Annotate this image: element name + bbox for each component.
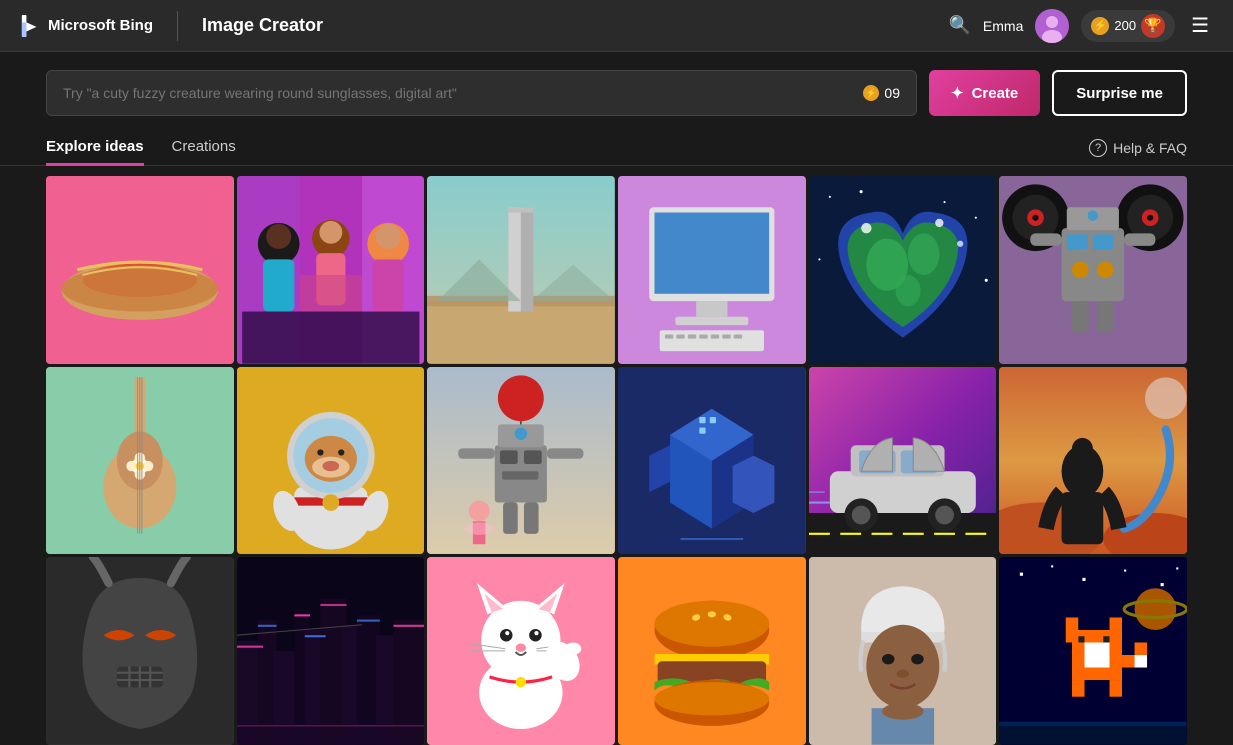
delorean-image [809, 367, 997, 555]
image-cell-hotdog[interactable] [46, 176, 234, 364]
app-title: Image Creator [202, 15, 323, 36]
coins-badge[interactable]: ⚡ 200 🏆 [1081, 10, 1175, 42]
boost-coin-icon: ⚡ [863, 85, 879, 101]
reward-icon: 🏆 [1141, 14, 1165, 38]
search-bar[interactable]: ⚡ 09 [46, 70, 917, 116]
bing-logo-icon [20, 15, 42, 37]
robot-balloon-image [427, 367, 615, 555]
guitar-image [46, 367, 234, 555]
search-input[interactable] [63, 85, 863, 101]
header: Microsoft Bing Image Creator 🔍 Emma ⚡ 20… [0, 0, 1233, 52]
pixel-fox-image [999, 557, 1187, 745]
neon-city-image [237, 557, 425, 745]
tabs-section: Explore ideas Creations ? Help & FAQ [0, 130, 1233, 166]
coins-in-bar: ⚡ 09 [863, 85, 900, 101]
coins-count: 200 [1114, 18, 1136, 33]
help-link[interactable]: ? Help & FAQ [1089, 139, 1187, 157]
help-circle-icon: ? [1089, 139, 1107, 157]
girls-image [237, 176, 425, 364]
shiba-image [237, 367, 425, 555]
engineer-image [809, 557, 997, 745]
image-cell-robot-music[interactable] [999, 176, 1187, 364]
image-cell-lucky-cat[interactable] [427, 557, 615, 745]
image-cell-delorean[interactable] [809, 367, 997, 555]
image-cell-robot-balloon[interactable] [427, 367, 615, 555]
earth-image [809, 176, 997, 364]
boost-count: 09 [884, 85, 900, 101]
lucky-cat-image [427, 557, 615, 745]
computer-image [618, 176, 806, 364]
burger-image [618, 557, 806, 745]
image-cell-neon-city[interactable] [237, 557, 425, 745]
monolith-image [427, 176, 615, 364]
city-iso-image [618, 367, 806, 555]
image-cell-mask[interactable] [46, 557, 234, 745]
image-cell-earth[interactable] [809, 176, 997, 364]
create-label: Create [972, 85, 1019, 102]
image-cell-city-iso[interactable] [618, 367, 806, 555]
tab-creations-label: Creations [172, 138, 236, 155]
tab-explore-label: Explore ideas [46, 138, 144, 155]
help-label: Help & FAQ [1113, 140, 1187, 156]
image-cell-pixel-fox[interactable] [999, 557, 1187, 745]
image-cell-desert-figure[interactable] [999, 367, 1187, 555]
desert-figure-image [999, 367, 1187, 555]
search-section: ⚡ 09 ✦ Create Surprise me [0, 52, 1233, 130]
bing-label: Microsoft Bing [48, 17, 153, 34]
avatar-image [1035, 9, 1069, 43]
header-left: Microsoft Bing Image Creator [20, 11, 323, 41]
robot-music-image [999, 176, 1187, 364]
image-cell-shiba[interactable] [237, 367, 425, 555]
menu-icon[interactable]: ☰ [1187, 9, 1213, 42]
create-button[interactable]: ✦ Create [929, 70, 1040, 116]
image-cell-guitar[interactable] [46, 367, 234, 555]
header-divider [177, 11, 178, 41]
create-icon: ✦ [951, 84, 964, 102]
bing-logo[interactable]: Microsoft Bing [20, 15, 153, 37]
search-icon[interactable]: 🔍 [948, 15, 970, 36]
mask-image [46, 557, 234, 745]
surprise-label: Surprise me [1076, 85, 1163, 102]
image-cell-engineer[interactable] [809, 557, 997, 745]
image-cell-girls[interactable] [237, 176, 425, 364]
avatar[interactable] [1035, 9, 1069, 43]
coin-icon: ⚡ [1091, 17, 1109, 35]
surprise-button[interactable]: Surprise me [1052, 70, 1187, 116]
image-cell-monolith[interactable] [427, 176, 615, 364]
header-right: 🔍 Emma ⚡ 200 🏆 ☰ [948, 9, 1213, 43]
image-cell-computer[interactable] [618, 176, 806, 364]
user-name: Emma [983, 18, 1023, 34]
tab-explore[interactable]: Explore ideas [46, 130, 144, 166]
image-grid [0, 166, 1233, 745]
tab-creations[interactable]: Creations [172, 130, 236, 166]
hotdog-image [46, 176, 234, 364]
image-cell-burger[interactable] [618, 557, 806, 745]
